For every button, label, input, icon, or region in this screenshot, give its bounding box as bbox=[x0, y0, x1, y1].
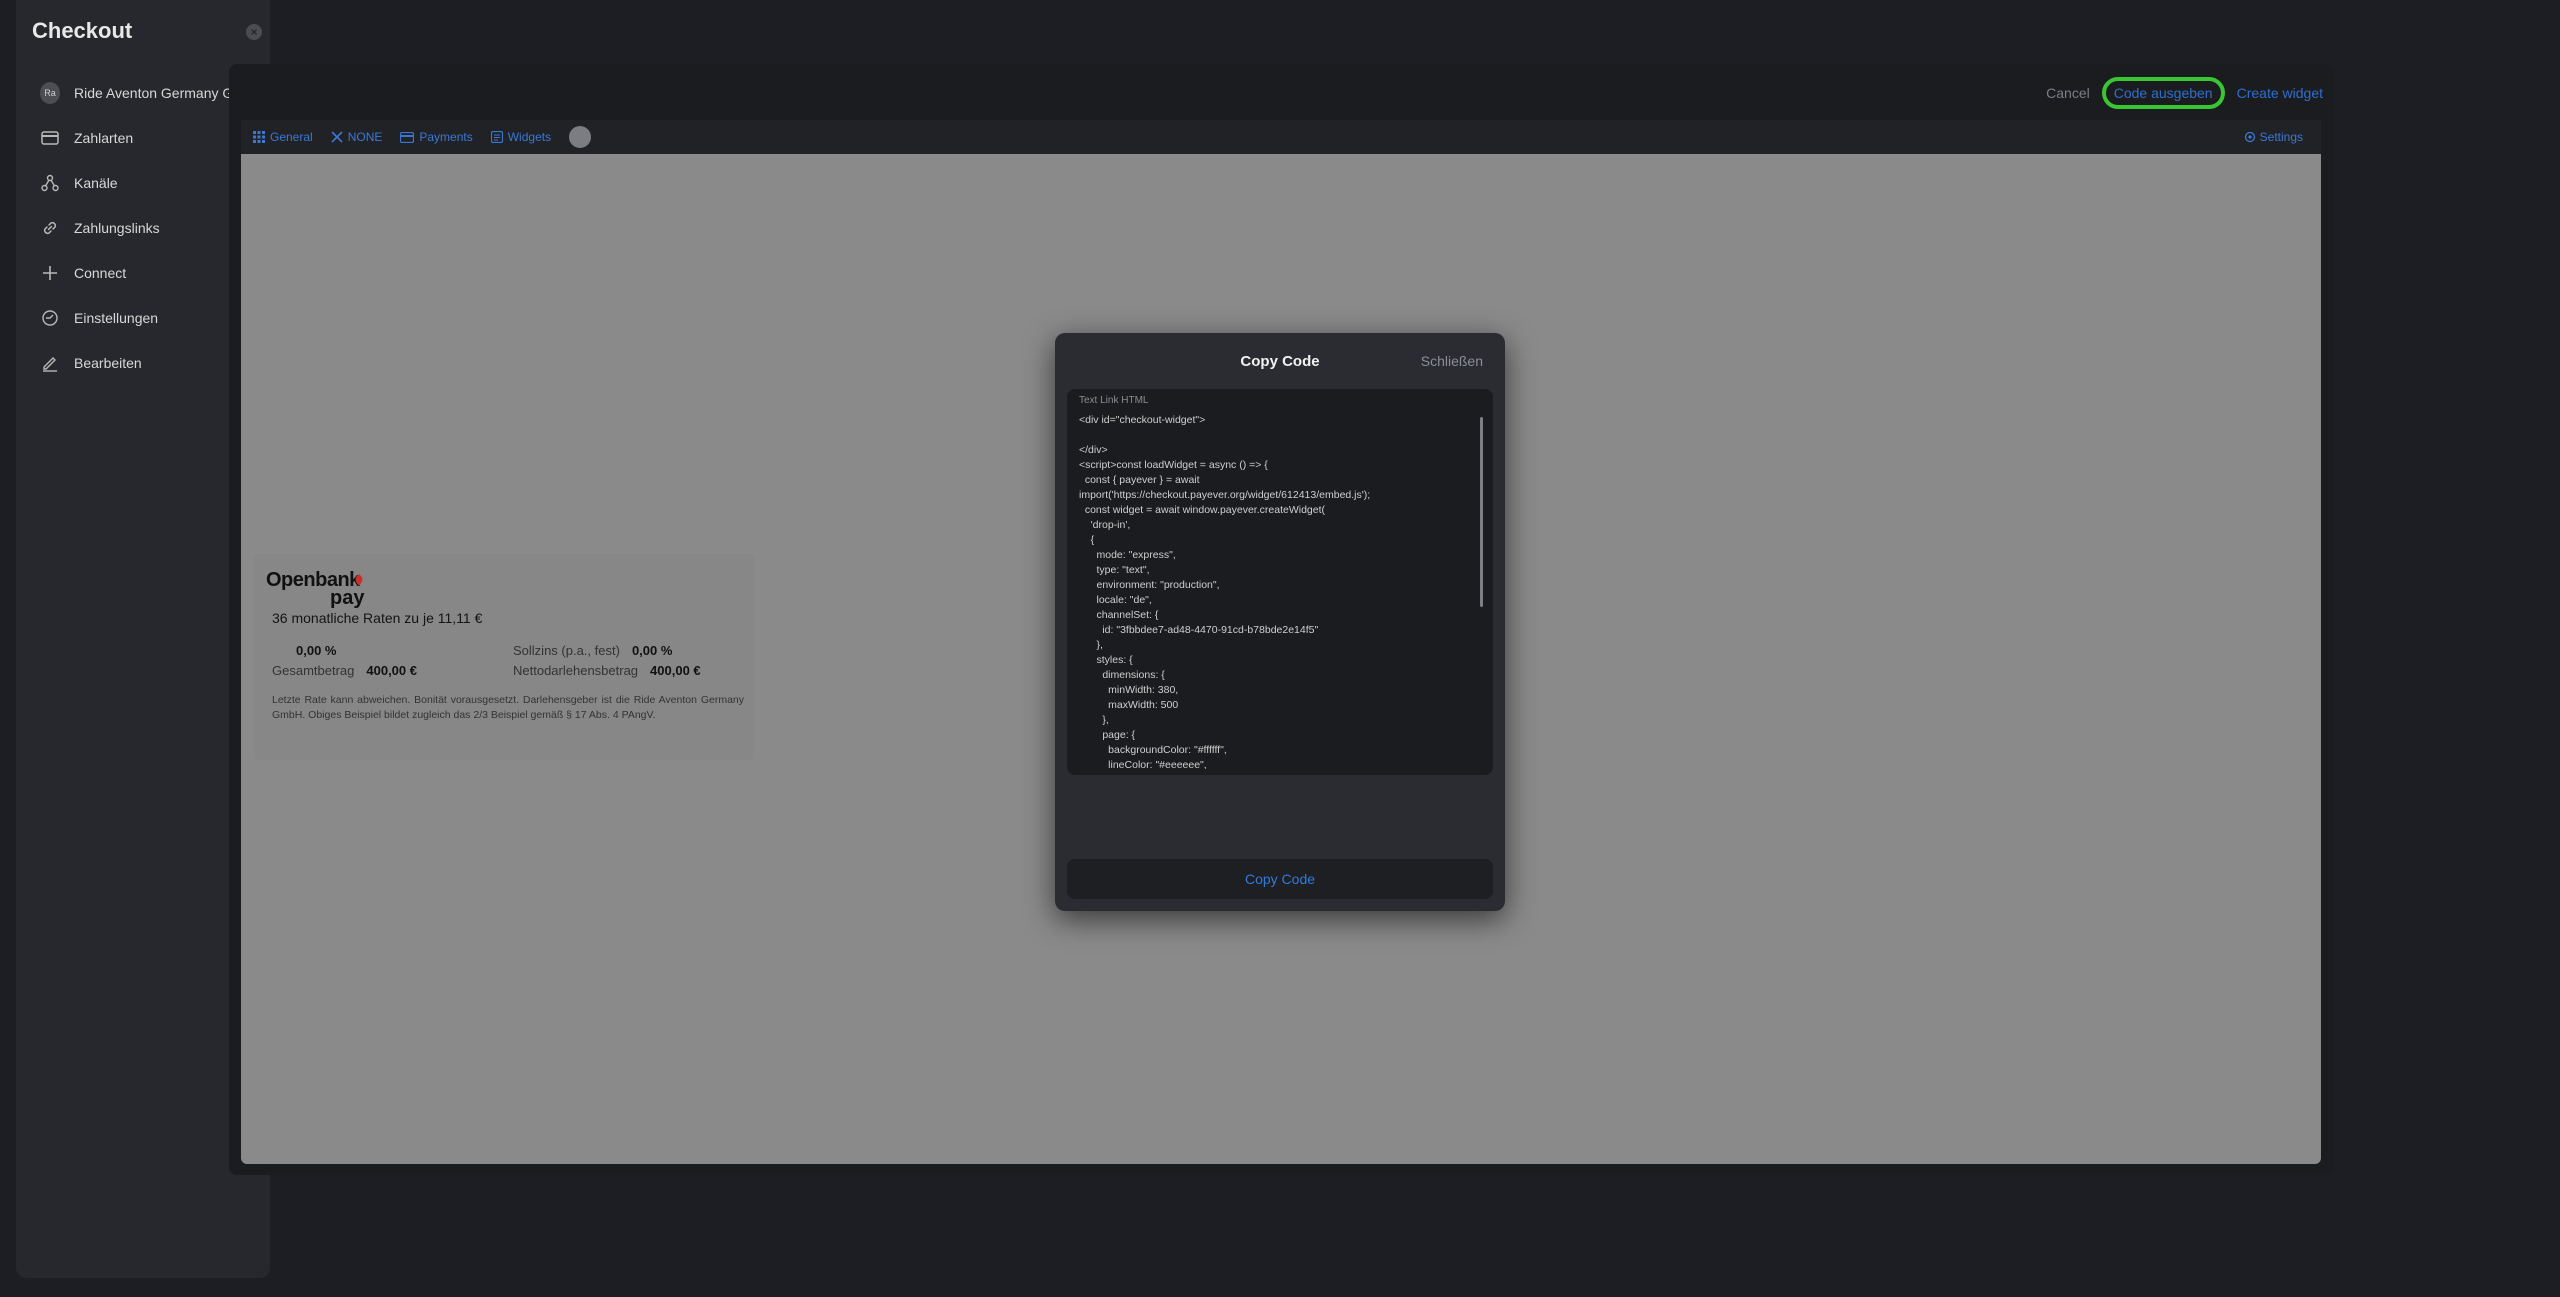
credit-card-icon bbox=[40, 128, 60, 148]
tab-label: Payments bbox=[419, 130, 473, 144]
close-icon[interactable]: × bbox=[246, 24, 262, 40]
tab-label: Widgets bbox=[507, 130, 552, 144]
tab-general[interactable]: General bbox=[253, 130, 313, 144]
editor-actions: Cancel Code ausgeben Create widget bbox=[2046, 77, 2323, 109]
scrollbar[interactable] bbox=[1480, 417, 1483, 607]
code-box[interactable]: Text Link HTML <div id="checkout-widget"… bbox=[1067, 389, 1493, 775]
copy-code-button[interactable]: Copy Code bbox=[1067, 859, 1493, 899]
grid-icon bbox=[253, 131, 265, 143]
widget-icon bbox=[490, 131, 503, 143]
detail-value: 400,00 € bbox=[366, 662, 417, 678]
sidebar-title: Checkout bbox=[32, 18, 133, 43]
logo-line2: pay bbox=[330, 587, 365, 609]
create-widget-button[interactable]: Create widget bbox=[2237, 85, 2323, 101]
code-snippet[interactable]: <div id="checkout-widget"> </div> <scrip… bbox=[1079, 413, 1469, 769]
sidebar-item-label: Kanäle bbox=[74, 174, 118, 191]
gear-icon bbox=[2244, 131, 2255, 143]
sidebar-item-label: Bearbeiten bbox=[74, 354, 142, 371]
code-output-button[interactable]: Code ausgeben bbox=[2101, 77, 2225, 109]
settings-label: Settings bbox=[2259, 130, 2303, 144]
detail-label: Sollzins (p.a., fest) bbox=[513, 642, 620, 658]
link-icon bbox=[40, 218, 60, 238]
tab-none[interactable]: NONE bbox=[331, 130, 383, 144]
tab-label: NONE bbox=[347, 130, 383, 144]
copy-code-modal: Copy Code Schließen Text Link HTML <div … bbox=[1055, 333, 1505, 911]
widget-preview[interactable]: Openbank pay 36 monatliche Raten zu je 1… bbox=[254, 555, 754, 760]
tab-widgets[interactable]: Widgets bbox=[490, 130, 552, 144]
avatar: Ra bbox=[40, 81, 60, 104]
sidebar-item-label: Einstellungen bbox=[74, 309, 159, 326]
detail-value: 400,00 € bbox=[650, 662, 701, 678]
rate-text: 36 monatliche Raten zu je 11,11 € bbox=[272, 610, 483, 626]
channels-icon bbox=[40, 173, 60, 193]
pen-icon bbox=[40, 353, 60, 373]
sidebar-item-label: Connect bbox=[74, 264, 127, 281]
color-swatch[interactable] bbox=[569, 126, 592, 148]
close-icon bbox=[331, 131, 343, 143]
gauge-icon bbox=[40, 308, 60, 328]
tab-label: General bbox=[270, 130, 313, 144]
tab-payments[interactable]: Payments bbox=[400, 130, 473, 144]
sidebar-item-label: Zahlungslinks bbox=[74, 219, 160, 236]
openbank-logo: Openbank pay bbox=[266, 569, 364, 609]
credit-card-icon bbox=[400, 131, 415, 143]
plus-icon bbox=[40, 263, 60, 283]
detail-row: 0,00 % Sollzins (p.a., fest) 0,00 % bbox=[272, 640, 742, 660]
detail-value: 0,00 % bbox=[631, 642, 673, 658]
sidebar-item-label: Ride Aventon Germany G bbox=[74, 84, 234, 101]
detail-row: Gesamtbetrag 400,00 € Nettodarlehensbetr… bbox=[272, 660, 742, 680]
detail-value: 0,00 % bbox=[296, 642, 337, 658]
legal-text: Letzte Rate kann abweichen. Bonität vora… bbox=[272, 694, 744, 721]
cancel-button[interactable]: Cancel bbox=[2046, 85, 2090, 101]
loan-details: 0,00 % Sollzins (p.a., fest) 0,00 % Gesa… bbox=[272, 640, 742, 680]
settings-button[interactable]: Settings bbox=[2244, 120, 2303, 154]
detail-label: Gesamtbetrag bbox=[272, 662, 355, 678]
sidebar-item-label: Zahlarten bbox=[74, 129, 134, 146]
detail-label: Nettodarlehensbetrag bbox=[513, 662, 639, 678]
logo-mark-icon bbox=[355, 574, 363, 586]
avatar-initials: Ra bbox=[40, 81, 60, 104]
close-button[interactable]: Schließen bbox=[1421, 353, 1483, 369]
code-label: Text Link HTML bbox=[1079, 395, 1149, 406]
editor-toolbar: General NONE Payments Widgets Settings bbox=[241, 120, 2321, 154]
